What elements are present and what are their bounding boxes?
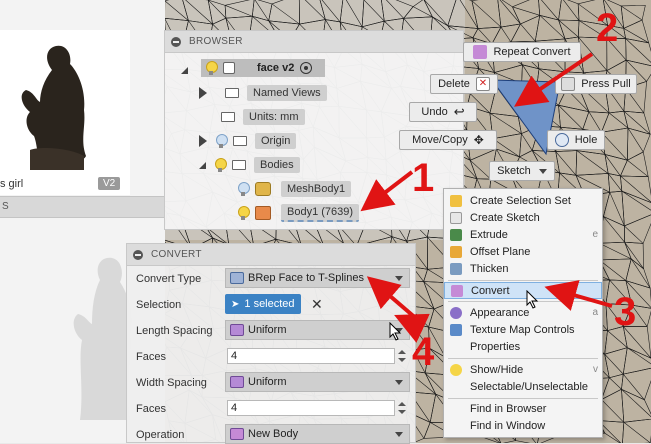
annotation-number-2: 2 [596,6,619,50]
annotation-number-1: 1 [412,156,435,200]
annotation-number-3: 3 [614,290,637,334]
annotation-number-4: 4 [412,330,435,374]
annotation-arrows [360,52,613,343]
